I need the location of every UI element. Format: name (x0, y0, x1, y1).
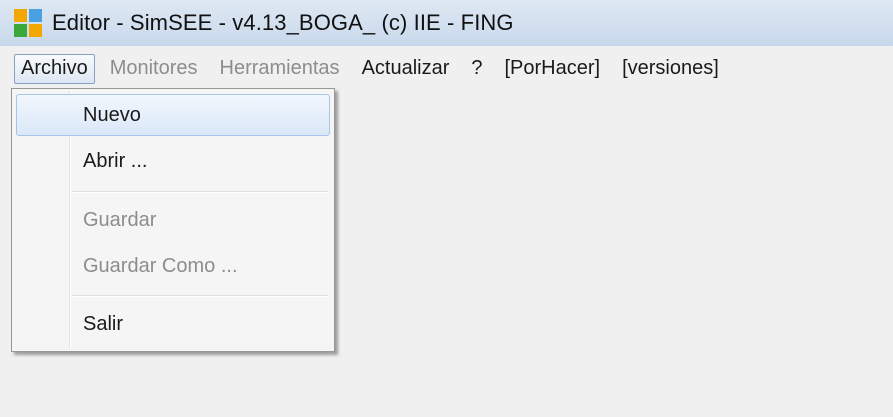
menu-help[interactable]: ? (464, 54, 489, 84)
menu-item-nuevo[interactable]: Nuevo (16, 94, 330, 136)
menu-item-guardar[interactable]: Guardar (16, 199, 330, 241)
menu-monitores[interactable]: Monitores (103, 54, 205, 84)
menu-herramientas[interactable]: Herramientas (213, 54, 347, 84)
window-titlebar[interactable]: Editor - SimSEE - v4.13_BOGA_ (c) IIE - … (0, 0, 893, 46)
archivo-dropdown-menu: Nuevo Abrir ... Guardar Guardar Como ...… (11, 88, 335, 352)
menu-item-salir[interactable]: Salir (16, 303, 330, 345)
menu-actualizar[interactable]: Actualizar (355, 54, 457, 84)
menu-bar: Archivo Monitores Herramientas Actualiza… (0, 50, 893, 87)
app-icon[interactable] (14, 9, 42, 37)
menu-item-guardar-como[interactable]: Guardar Como ... (16, 245, 330, 287)
menu-versiones[interactable]: [versiones] (615, 54, 726, 84)
menu-separator (72, 295, 328, 297)
menu-separator (72, 191, 328, 193)
menu-archivo[interactable]: Archivo (14, 53, 95, 84)
menu-item-abrir[interactable]: Abrir ... (16, 140, 330, 182)
window-title: Editor - SimSEE - v4.13_BOGA_ (c) IIE - … (52, 10, 514, 35)
menu-porhacer[interactable]: [PorHacer] (498, 54, 608, 84)
